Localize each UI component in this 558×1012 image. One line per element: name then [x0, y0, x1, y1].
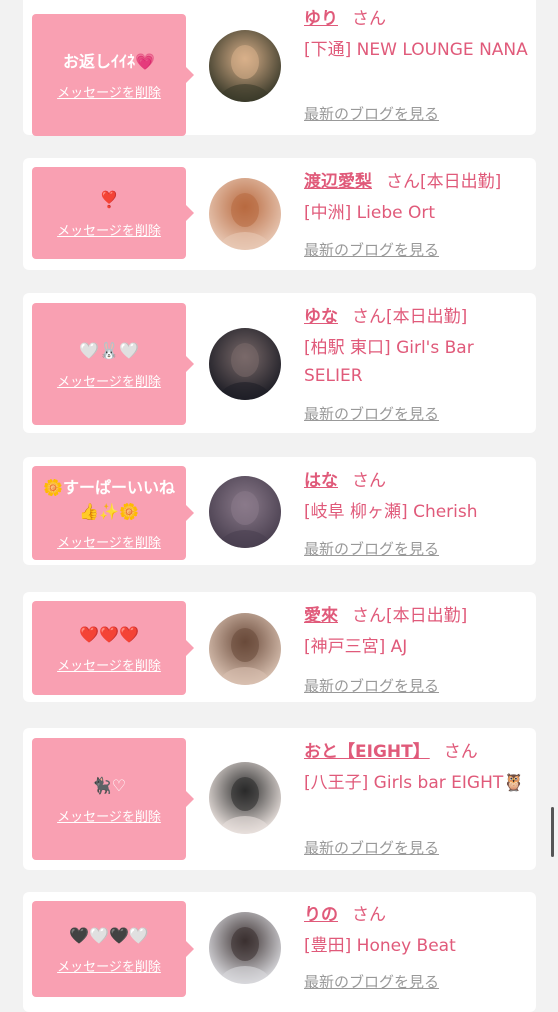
honorific-label: さん [352, 905, 386, 925]
name-line: ゆり さん [304, 6, 530, 32]
message-bubble: ❣️ メッセージを削除 [32, 167, 194, 259]
shop-name: [中洲] Liebe Ort [304, 203, 436, 223]
name-line: りの さん [304, 902, 530, 928]
work-status: [本日出勤] [386, 307, 468, 327]
message-text: ❣️ [99, 189, 119, 209]
message-bubble: 🐈‍⬛♡ メッセージを削除 [32, 738, 194, 860]
avatar[interactable] [209, 30, 281, 102]
name-line: 渡辺愛梨 さん[本日出勤] [304, 169, 530, 195]
profile-name-link[interactable]: はな [304, 471, 338, 491]
latest-blog-link[interactable]: 最新のブログを見る [304, 403, 439, 424]
profile-info: ゆな さん[本日出勤] [柏駅 東口] Girl's Bar SELIER [304, 304, 530, 390]
latest-blog-link[interactable]: 最新のブログを見る [304, 837, 439, 858]
profile-name-link[interactable]: ゆり [304, 9, 338, 29]
delete-message-link[interactable]: メッセージを削除 [57, 806, 161, 825]
latest-blog-link[interactable]: 最新のブログを見る [304, 103, 439, 124]
avatar[interactable] [209, 328, 281, 400]
latest-blog-link[interactable]: 最新のブログを見る [304, 239, 439, 260]
shop-name: [岐阜 柳ヶ瀬] Cherish [304, 502, 478, 522]
honorific-label: さん [352, 9, 386, 29]
honorific-label: さん [352, 606, 386, 626]
avatar[interactable] [209, 762, 281, 834]
avatar[interactable] [209, 613, 281, 685]
message-text: 🌼すーぱーいいね 👍✨🌼 [43, 477, 175, 521]
message-bubble: 🤍🐰🤍 メッセージを削除 [32, 303, 194, 425]
name-line: はな さん [304, 468, 530, 494]
avatar[interactable] [209, 912, 281, 984]
profile-name-link[interactable]: 愛來 [304, 606, 338, 626]
profile-info: 愛來 さん[本日出勤] [神戸三宮] AJ [304, 603, 530, 661]
honorific-label: さん [352, 471, 386, 491]
work-status: [本日出勤] [420, 172, 502, 192]
message-bubble: 🌼すーぱーいいね 👍✨🌼 メッセージを削除 [32, 466, 194, 560]
shop-name: [柏駅 東口] Girl's Bar SELIER [304, 338, 474, 386]
avatar[interactable] [209, 178, 281, 250]
delete-message-link[interactable]: メッセージを削除 [57, 220, 161, 239]
message-bubble: お返しｲｲﾈ💗 メッセージを削除 [32, 14, 194, 136]
profile-info: おと【EIGHT】 さん [八王子] Girls bar EIGHT🦉 [304, 739, 530, 797]
message-bubble: ❤️❤️❤️ メッセージを削除 [32, 601, 194, 695]
latest-blog-link[interactable]: 最新のブログを見る [304, 971, 439, 992]
profile-info: 渡辺愛梨 さん[本日出勤] [中洲] Liebe Ort [304, 169, 530, 227]
profile-name-link[interactable]: おと【EIGHT】 [304, 742, 430, 762]
profile-name-link[interactable]: ゆな [304, 307, 338, 327]
latest-blog-link[interactable]: 最新のブログを見る [304, 675, 439, 696]
profile-info: ゆり さん [下通] NEW LOUNGE NANA [304, 6, 530, 64]
honorific-label: さん [386, 172, 420, 192]
profile-name-link[interactable]: りの [304, 905, 338, 925]
shop-name: [下通] NEW LOUNGE NANA [304, 40, 528, 60]
name-line: ゆな さん[本日出勤] [304, 304, 530, 330]
message-text: 🤍🐰🤍 [79, 340, 139, 360]
avatar[interactable] [209, 476, 281, 548]
message-bubble: 🖤🤍🖤🤍 メッセージを削除 [32, 901, 194, 997]
message-text: ❤️❤️❤️ [79, 624, 139, 644]
honorific-label: さん [352, 307, 386, 327]
profile-name-link[interactable]: 渡辺愛梨 [304, 172, 372, 192]
delete-message-link[interactable]: メッセージを削除 [57, 371, 161, 390]
honorific-label: さん [443, 742, 478, 762]
delete-message-link[interactable]: メッセージを削除 [57, 532, 161, 551]
profile-info: はな さん [岐阜 柳ヶ瀬] Cherish [304, 468, 530, 526]
scrollbar[interactable] [551, 807, 554, 857]
message-text: 🖤🤍🖤🤍 [69, 925, 149, 945]
message-text: 🐈‍⬛♡ [91, 775, 127, 795]
delete-message-link[interactable]: メッセージを削除 [57, 82, 161, 101]
name-line: おと【EIGHT】 さん [304, 739, 530, 765]
profile-info: りの さん [豊田] Honey Beat [304, 902, 530, 960]
name-line: 愛來 さん[本日出勤] [304, 603, 530, 629]
shop-name: [豊田] Honey Beat [304, 936, 456, 956]
shop-name: [神戸三宮] AJ [304, 637, 408, 657]
shop-name: [八王子] Girls bar EIGHT🦉 [304, 773, 525, 793]
delete-message-link[interactable]: メッセージを削除 [57, 956, 161, 975]
delete-message-link[interactable]: メッセージを削除 [57, 655, 161, 674]
message-text: お返しｲｲﾈ💗 [63, 51, 155, 71]
latest-blog-link[interactable]: 最新のブログを見る [304, 538, 439, 559]
work-status: [本日出勤] [386, 606, 468, 626]
